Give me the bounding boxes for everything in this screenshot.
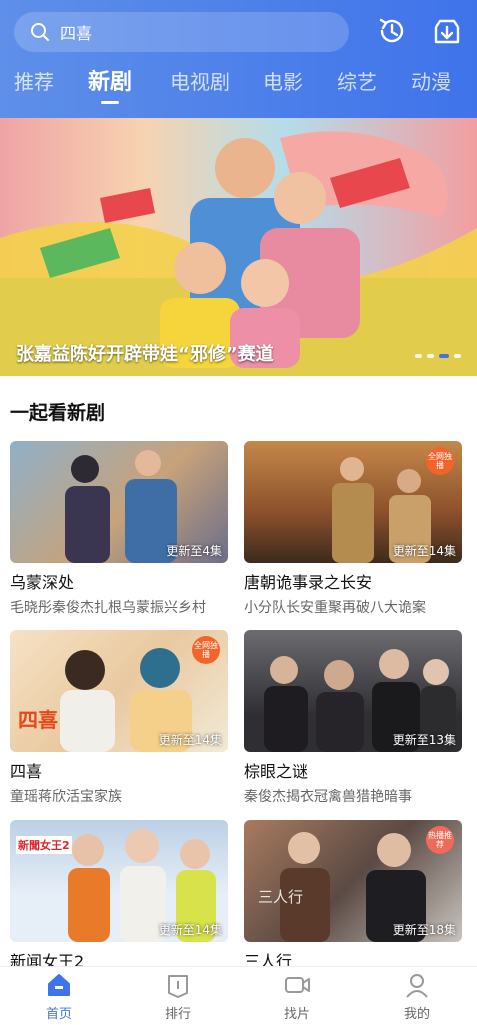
download-icon[interactable] xyxy=(430,15,464,49)
video-icon xyxy=(285,977,310,993)
update-status: 更新至13集 xyxy=(392,733,456,747)
home-icon xyxy=(48,974,70,996)
nav-label: 排行 xyxy=(164,1007,191,1022)
hero-banner[interactable]: 张嘉益陈好开辟带娃“邪修”赛道 xyxy=(0,118,477,376)
drama-subtitle: 童瑶蒋欣活宝家族 xyxy=(10,789,122,805)
carousel-dot xyxy=(454,354,461,358)
update-status: 更新至14集 xyxy=(392,544,456,558)
thumbnail-title: 三人行 xyxy=(258,888,304,906)
nav-profile[interactable]: 我的 xyxy=(377,967,457,1025)
nav-home[interactable]: 首页 xyxy=(19,967,99,1025)
drama-thumbnail: 四喜 全网独播 更新至14集 xyxy=(10,630,228,752)
tab-anime[interactable]: 动漫 xyxy=(411,66,451,95)
hot-badge: 热播推荐 xyxy=(426,826,454,854)
tab-new-drama[interactable]: 新剧 xyxy=(88,64,132,96)
new-drama-section: 一起看新剧 更新至4集 乌蒙深处 毛晓彤秦俊杰扎根乌蒙振兴乡村 全网独播 更新至… xyxy=(0,376,477,971)
tab-variety[interactable]: 综艺 xyxy=(337,66,377,95)
exclusive-badge: 全网独播 xyxy=(426,447,454,475)
thumbnail-title: 新聞女王2 xyxy=(16,836,72,854)
drama-thumbnail: 三人行 热播推荐 更新至18集 xyxy=(244,820,462,942)
drama-subtitle: 小分队长安重聚再破八大诡案 xyxy=(244,600,426,616)
drama-title: 乌蒙深处 xyxy=(10,573,75,592)
drama-thumbnail: 全网独播 更新至14集 xyxy=(244,441,462,563)
update-status: 更新至4集 xyxy=(166,544,222,558)
nav-ranking[interactable]: 排行 xyxy=(138,967,218,1025)
tab-tv-series[interactable]: 电视剧 xyxy=(170,66,230,95)
drama-card[interactable]: 更新至13集 棕眼之谜 秦俊杰揭衣冠禽兽猎艳暗事 xyxy=(244,630,462,806)
tab-movie[interactable]: 电影 xyxy=(263,66,303,95)
drama-card[interactable]: 全网独播 更新至14集 唐朝诡事录之长安 小分队长安重聚再破八大诡案 xyxy=(244,441,462,617)
drama-card[interactable]: 新聞女王2 更新至14集 新闻女王2 xyxy=(10,820,228,972)
carousel-indicator xyxy=(415,354,461,358)
update-status: 更新至14集 xyxy=(158,923,222,937)
tab-active-indicator xyxy=(101,101,119,104)
banner-caption: 张嘉益陈好开辟带娃“邪修”赛道 xyxy=(16,344,274,365)
drama-thumbnail: 更新至13集 xyxy=(244,630,462,752)
drama-subtitle: 秦俊杰揭衣冠禽兽猎艳暗事 xyxy=(244,789,412,805)
drama-card[interactable]: 更新至4集 乌蒙深处 毛晓彤秦俊杰扎根乌蒙振兴乡村 xyxy=(10,441,228,617)
drama-card[interactable]: 四喜 全网独播 更新至14集 四喜 童瑶蒋欣活宝家族 xyxy=(10,630,228,806)
search-bar[interactable]: 四喜 xyxy=(14,12,349,52)
drama-title: 四喜 xyxy=(10,762,43,781)
drama-thumbnail: 新聞女王2 更新至14集 xyxy=(10,820,228,942)
search-query: 四喜 xyxy=(60,24,93,43)
update-status: 更新至14集 xyxy=(158,733,222,747)
nav-label: 我的 xyxy=(403,1007,430,1022)
search-icon xyxy=(31,23,49,41)
drama-title: 棕眼之谜 xyxy=(244,762,309,781)
drama-title: 唐朝诡事录之长安 xyxy=(244,573,373,592)
ranking-icon xyxy=(168,975,188,998)
drama-subtitle: 毛晓彤秦俊杰扎根乌蒙振兴乡村 xyxy=(10,600,206,616)
bottom-nav: 首页 排行 找片 我的 xyxy=(0,966,477,1025)
exclusive-badge: 全网独播 xyxy=(192,636,220,664)
header: 四喜 推荐 新剧 电视剧 电影 综艺 动漫 xyxy=(0,0,477,118)
user-icon xyxy=(406,974,428,998)
drama-thumbnail: 更新至4集 xyxy=(10,441,228,563)
carousel-dot-active xyxy=(439,354,449,358)
drama-card[interactable]: 三人行 热播推荐 更新至18集 三人行 xyxy=(244,820,462,972)
update-status: 更新至18集 xyxy=(392,923,456,937)
nav-label: 找片 xyxy=(283,1007,310,1022)
history-icon[interactable] xyxy=(376,15,408,47)
thumbnail-title: 四喜 xyxy=(18,708,58,732)
nav-find[interactable]: 找片 xyxy=(257,967,337,1025)
carousel-dot xyxy=(427,354,434,358)
carousel-dot xyxy=(415,354,422,358)
banner-illustration xyxy=(0,131,477,376)
tab-recommend[interactable]: 推荐 xyxy=(14,66,54,95)
section-title: 一起看新剧 xyxy=(10,402,106,424)
nav-label: 首页 xyxy=(45,1007,72,1022)
category-tabs: 推荐 新剧 电视剧 电影 综艺 动漫 xyxy=(0,66,477,110)
